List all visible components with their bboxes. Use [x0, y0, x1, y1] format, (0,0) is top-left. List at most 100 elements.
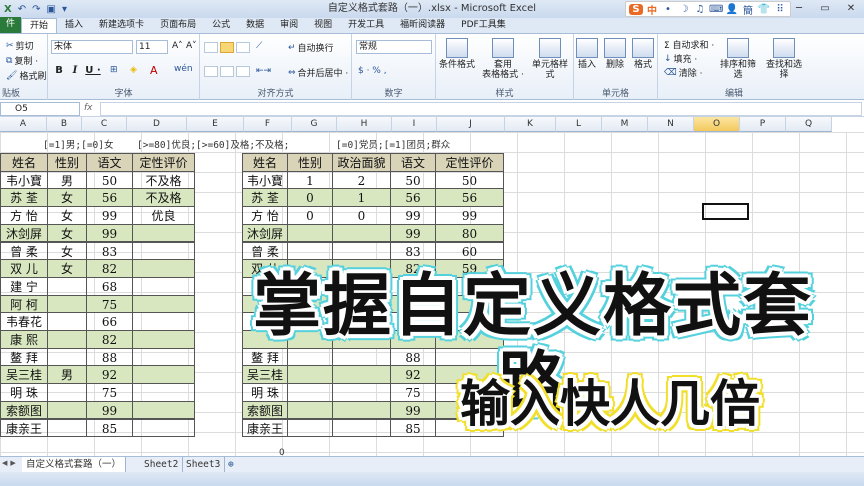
tab-page-layout[interactable]: 页面布局 — [152, 18, 204, 33]
tab-home[interactable]: 开始 — [21, 18, 58, 33]
indent-buttons[interactable]: ⇤⇥ — [256, 66, 271, 76]
table1-cell[interactable]: 88 — [86, 347, 133, 367]
column-header-j[interactable]: J — [437, 117, 505, 132]
shrink-font-button[interactable]: A˅ — [186, 41, 197, 51]
table1-cell[interactable] — [47, 276, 87, 296]
merge-center-button[interactable]: ⇔ 合并后居中 · — [288, 66, 348, 80]
table2-cell[interactable] — [287, 383, 333, 402]
tab-new[interactable]: 新建选项卡 — [91, 18, 152, 33]
cell-styles-button[interactable]: 单元格样式 — [528, 38, 572, 80]
formula-input[interactable] — [100, 102, 862, 116]
bold-button[interactable]: B — [52, 65, 66, 76]
table2-cell[interactable]: 2 — [332, 170, 391, 190]
table1-cell[interactable]: 曾 柔 — [0, 241, 48, 261]
table1-cell[interactable] — [132, 347, 195, 367]
name-box[interactable]: O5 — [0, 102, 80, 116]
table2-cell[interactable] — [287, 400, 333, 420]
table2-cell[interactable]: 75 — [390, 383, 436, 402]
table1-cell[interactable]: 68 — [86, 276, 133, 296]
table2-cell[interactable] — [332, 400, 391, 420]
table1-cell[interactable]: 女 — [47, 206, 87, 225]
table1-cell[interactable]: 56 — [86, 188, 133, 208]
table2-cell[interactable]: 方 怡 — [242, 206, 288, 225]
table1-cell[interactable]: 男 — [47, 170, 87, 190]
ime-skin-icon[interactable]: 👕 — [757, 4, 771, 15]
redo-icon[interactable]: ↷ — [32, 4, 40, 15]
table1-cell[interactable] — [47, 312, 87, 331]
tab-data[interactable]: 数据 — [238, 18, 272, 33]
table2-cell[interactable] — [287, 223, 333, 243]
table1-cell[interactable] — [132, 276, 195, 296]
table2-cell[interactable] — [332, 365, 391, 385]
new-sheet-icon[interactable]: ⊕ — [224, 457, 238, 472]
sort-filter-button[interactable]: 排序和筛选 — [716, 38, 760, 80]
table1-cell[interactable] — [47, 400, 87, 420]
copy-button[interactable]: ⧉ 复制 · — [6, 54, 38, 68]
table2-cell[interactable]: 索额图 — [242, 400, 288, 420]
table2-cell[interactable] — [332, 347, 391, 367]
delete-cells-button[interactable]: 删除 — [602, 38, 628, 70]
number-format-combo[interactable]: 常规 — [356, 40, 432, 54]
sheet-tab-1[interactable]: 自定义格式套路（一） — [22, 457, 127, 472]
table1-cell[interactable]: 索额图 — [0, 400, 48, 420]
table1-cell[interactable] — [132, 241, 195, 261]
table1-cell[interactable]: 女 — [47, 259, 87, 278]
table2-cell[interactable]: 83 — [390, 241, 436, 261]
column-header-e[interactable]: E — [187, 117, 244, 132]
table1-cell[interactable]: 韦春花 — [0, 312, 48, 331]
table2-cell[interactable]: 韦小寶 — [242, 170, 288, 190]
number-format-buttons[interactable]: $ · % , — [358, 66, 387, 76]
table2-header-cell[interactable]: 性别 — [287, 153, 333, 172]
align-bottom-button[interactable] — [236, 42, 250, 53]
sheet-tab-2[interactable]: Sheet2 — [140, 457, 184, 472]
column-header-n[interactable]: N — [648, 117, 694, 132]
table1-cell[interactable]: 康 熙 — [0, 330, 48, 349]
table2-cell[interactable]: 50 — [435, 170, 504, 190]
font-name-combo[interactable]: 宋体 — [51, 40, 133, 54]
table1-cell[interactable]: 女 — [47, 223, 87, 243]
column-header-i[interactable]: I — [392, 117, 437, 132]
table1-cell[interactable]: 建 宁 — [0, 276, 48, 296]
table1-cell[interactable]: 双 儿 — [0, 259, 48, 278]
table2-cell[interactable]: 0 — [332, 206, 391, 225]
table1-cell[interactable]: 康亲王 — [0, 418, 48, 438]
table1-cell[interactable]: 苏 荃 — [0, 188, 48, 208]
table2-cell[interactable]: 56 — [435, 188, 504, 208]
clear-button[interactable]: ⌫ 清除 · — [664, 66, 702, 80]
fill-button[interactable]: ↓ 填充 · — [664, 52, 697, 66]
table2-cell[interactable]: 60 — [435, 241, 504, 261]
tab-foxit[interactable]: 福昕阅读器 — [392, 18, 453, 33]
format-cells-button[interactable]: 格式 — [630, 38, 656, 70]
table2-cell[interactable]: 1 — [332, 188, 391, 208]
table1-cell[interactable]: 鳌 拜 — [0, 347, 48, 367]
next-sheet-icon[interactable]: ▶ — [10, 459, 15, 467]
table2-cell[interactable]: 吴三桂 — [242, 365, 288, 385]
format-painter-button[interactable]: 🖌 格式刷 — [6, 69, 46, 83]
table2-cell[interactable]: 曾 柔 — [242, 241, 288, 261]
insert-cells-button[interactable]: 插入 — [574, 38, 600, 70]
table1-cell[interactable]: 沐剑屏 — [0, 223, 48, 243]
table1-cell[interactable] — [47, 418, 87, 438]
table2-cell[interactable] — [332, 241, 391, 261]
table1-cell[interactable]: 女 — [47, 188, 87, 208]
table1-cell[interactable]: 男 — [47, 365, 87, 385]
table2-cell[interactable]: 85 — [390, 418, 436, 438]
table2-cell[interactable] — [332, 383, 391, 402]
table1-cell[interactable]: 99 — [86, 400, 133, 420]
table1-cell[interactable]: 82 — [86, 330, 133, 349]
phonetic-button[interactable]: wén — [174, 64, 193, 74]
table1-cell[interactable]: 99 — [86, 206, 133, 225]
ime-keyboard-icon[interactable]: ⌨ — [709, 4, 723, 15]
align-middle-button[interactable] — [220, 42, 234, 53]
table2-cell[interactable]: 99 — [390, 206, 436, 225]
table2-cell[interactable] — [287, 418, 333, 438]
ime-mode[interactable]: 中 — [645, 2, 659, 17]
table1-cell[interactable]: 85 — [86, 418, 133, 438]
table1-cell[interactable] — [47, 383, 87, 402]
ime-simplified[interactable]: 簡 — [741, 2, 755, 17]
table1-cell[interactable]: 女 — [47, 241, 87, 261]
column-header-q[interactable]: Q — [786, 117, 832, 132]
table2-header-cell[interactable]: 姓名 — [242, 153, 288, 172]
table1-cell[interactable]: 82 — [86, 259, 133, 278]
column-header-d[interactable]: D — [127, 117, 187, 132]
